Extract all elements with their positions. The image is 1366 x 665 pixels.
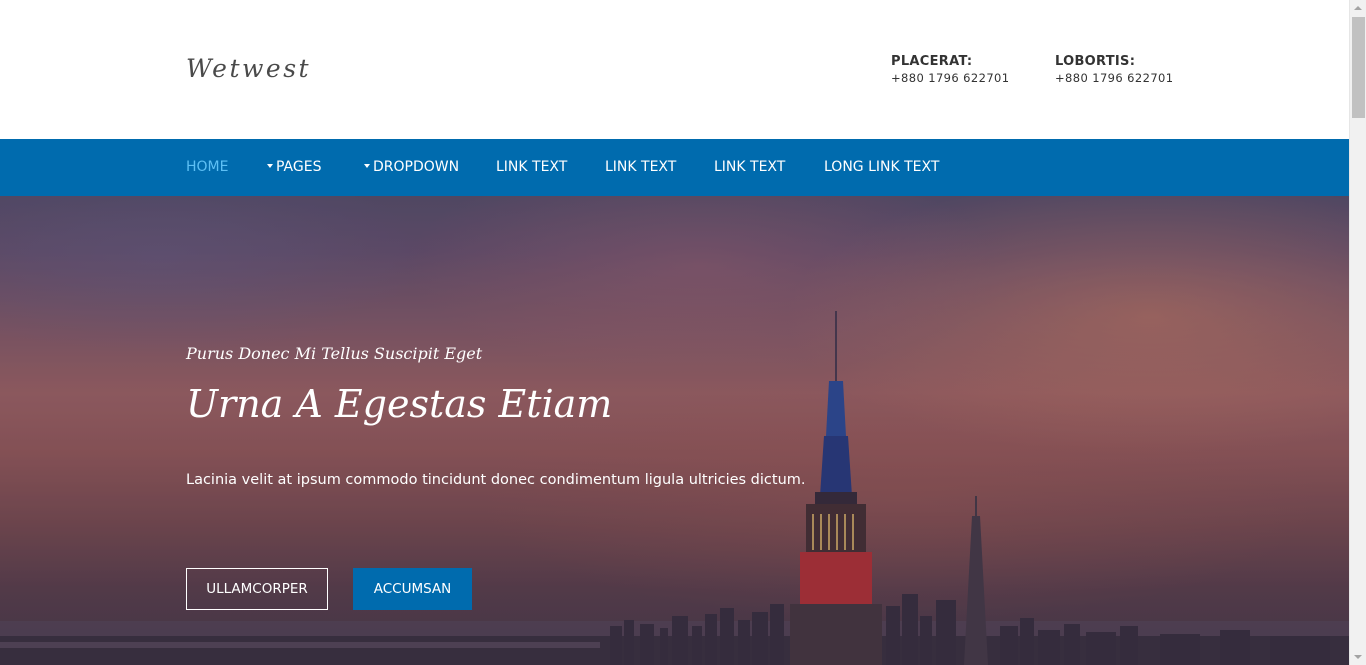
- scrollbar-thumb[interactable]: [1352, 17, 1365, 118]
- vertical-scrollbar[interactable]: [1349, 0, 1366, 665]
- nav-item-label: LINK TEXT: [714, 159, 786, 175]
- ullamcorper-button[interactable]: ULLAMCORPER: [186, 568, 328, 610]
- nav-item-link-text-1[interactable]: LINK TEXT: [496, 139, 567, 196]
- page: Wetwest PLACERAT: +880 1796 622701 LOBOR…: [0, 0, 1349, 665]
- nav-item-long-link-text[interactable]: LONG LINK TEXT: [824, 139, 939, 196]
- accumsan-button[interactable]: ACCUMSAN: [353, 568, 472, 610]
- contact-phone: +880 1796 622701: [1055, 71, 1174, 85]
- nav-item-link-text-3[interactable]: LINK TEXT: [714, 139, 785, 196]
- nav-item-link-text-2[interactable]: LINK TEXT: [605, 139, 676, 196]
- nav-item-label: HOME: [186, 159, 229, 175]
- hero-subtitle: Purus Donec Mi Tellus Suscipit Eget: [186, 344, 483, 363]
- site-logo[interactable]: Wetwest: [186, 54, 311, 83]
- contact-label: LOBORTIS:: [1055, 54, 1136, 69]
- site-header: Wetwest PLACERAT: +880 1796 622701 LOBOR…: [0, 0, 1349, 139]
- hero-banner: Purus Donec Mi Tellus Suscipit Eget Urna…: [0, 196, 1349, 665]
- nav-item-label: DROPDOWN: [373, 159, 460, 175]
- nav-item-pages[interactable]: PAGES: [267, 139, 321, 196]
- caret-down-icon: [267, 164, 273, 168]
- nav-item-home[interactable]: HOME: [186, 139, 228, 196]
- nav-item-label: LINK TEXT: [496, 159, 568, 175]
- nav-item-label: LONG LINK TEXT: [824, 159, 940, 175]
- hero-title: Urna A Egestas Etiam: [186, 382, 613, 426]
- caret-down-icon: [364, 164, 370, 168]
- main-nav: HOME PAGES DROPDOWN LINK TEXT LINK TEXT …: [0, 139, 1349, 196]
- contact-phone: +880 1796 622701: [891, 71, 1010, 85]
- contact-label: PLACERAT:: [891, 54, 973, 69]
- scroll-down-arrow-icon[interactable]: [1350, 648, 1366, 665]
- hero-description: Lacinia velit at ipsum commodo tincidunt…: [186, 472, 806, 488]
- contact-lobortis: LOBORTIS: +880 1796 622701: [1055, 54, 1173, 87]
- nav-item-label: LINK TEXT: [605, 159, 677, 175]
- scroll-up-arrow-icon[interactable]: [1350, 0, 1366, 17]
- nav-item-label: PAGES: [276, 159, 322, 175]
- nav-item-dropdown[interactable]: DROPDOWN: [364, 139, 459, 196]
- contact-placerat: PLACERAT: +880 1796 622701: [891, 54, 1009, 87]
